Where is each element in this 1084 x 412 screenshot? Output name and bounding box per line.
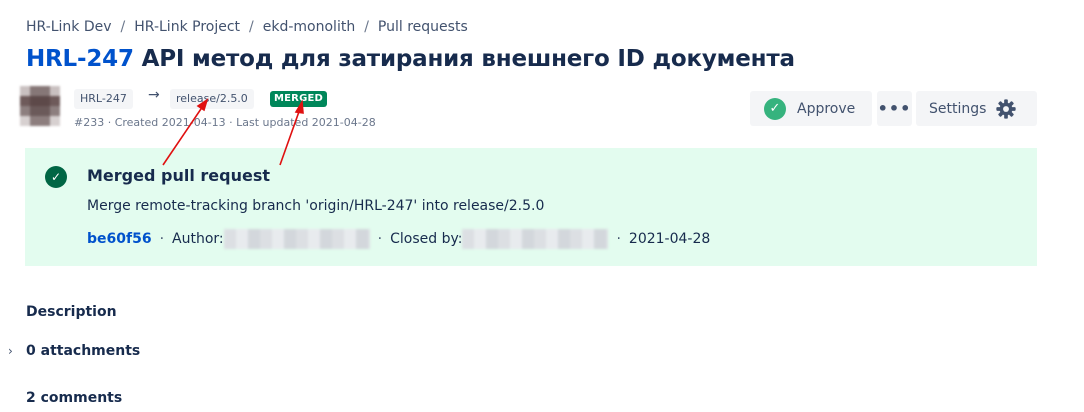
pr-title-text: API метод для затирания внешнего ID доку…	[141, 46, 795, 72]
settings-label: Settings	[929, 100, 987, 117]
breadcrumb: HR-Link Dev / HR-Link Project / ekd-monolith…	[26, 19, 468, 35]
merged-panel-title: Merged pull request	[87, 166, 270, 185]
settings-button[interactable]: Settings	[916, 91, 1037, 126]
closed-by-label: Closed by:	[390, 231, 463, 247]
approve-button[interactable]: ✓ Approve	[750, 91, 872, 126]
author-label: Author:	[172, 231, 224, 247]
source-branch-badge[interactable]: HRL-247	[74, 89, 133, 109]
gear-icon	[996, 98, 1017, 119]
merged-panel: ✓ Merged pull request Merge remote-track…	[25, 148, 1037, 266]
arrow-right-icon: →	[148, 87, 160, 103]
author-name-redacted	[223, 229, 370, 249]
separator-dot: ·	[159, 231, 165, 247]
pr-meta: #233 · Created 2021-04-13 · Last updated…	[74, 116, 376, 129]
page-title: HRL-247 API метод для затирания внешнего…	[26, 46, 795, 72]
separator-dot: ·	[377, 231, 383, 247]
separator-dot: ·	[616, 231, 621, 247]
breadcrumb-link-space[interactable]: HR-Link Dev	[26, 19, 112, 35]
avatar[interactable]	[20, 86, 60, 126]
attachments-toggle[interactable]: 0 attachments	[26, 343, 140, 359]
more-actions-button[interactable]: •••	[877, 91, 912, 126]
breadcrumb-separator: /	[249, 19, 254, 35]
approve-label: Approve	[797, 100, 856, 117]
breadcrumb-separator: /	[120, 19, 126, 35]
breadcrumb-separator: /	[364, 19, 369, 35]
merge-date: 2021-04-28	[628, 231, 711, 247]
status-badge: MERGED	[270, 91, 328, 107]
breadcrumb-link-project[interactable]: HR-Link Project	[134, 19, 240, 35]
chevron-right-icon[interactable]: ›	[8, 344, 13, 358]
closed-by-name-redacted	[462, 229, 609, 249]
breadcrumb-link-pull-requests[interactable]: Pull requests	[378, 19, 468, 35]
issue-key-link[interactable]: HRL-247	[26, 46, 134, 72]
target-branch-badge[interactable]: release/2.5.0	[170, 89, 254, 109]
merge-details: be60f56 · Author: · Closed by: · 2021-04…	[87, 229, 710, 249]
commit-hash-link[interactable]: be60f56	[87, 231, 152, 247]
description-heading: Description	[26, 304, 117, 320]
comments-heading: 2 comments	[26, 390, 123, 406]
merged-check-icon: ✓	[45, 166, 67, 188]
merge-commit-message: Merge remote-tracking branch 'origin/HRL…	[87, 198, 545, 214]
breadcrumb-link-repo[interactable]: ekd-monolith	[263, 19, 355, 35]
check-icon: ✓	[764, 97, 786, 120]
